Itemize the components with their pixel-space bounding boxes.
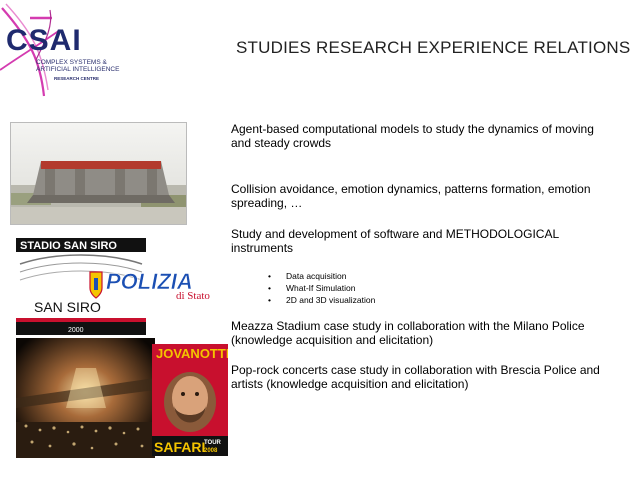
bullet-item: • 2D and 3D visualization — [268, 294, 568, 306]
concert-crowd-photo — [16, 338, 155, 458]
bullet-text: 2D and 3D visualization — [286, 295, 376, 305]
polizia-di-stato-logo: POLIZIA di Stato — [88, 266, 224, 302]
logo-line-2: ARTIFICIAL INTELLIGENCE — [36, 66, 120, 73]
paragraph-meazza-case: Meazza Stadium case study in collaborati… — [231, 319, 585, 347]
san-siro-top-text: STADIO SAN SIRO — [20, 240, 117, 252]
polizia-sub-text: di Stato — [176, 290, 210, 302]
bullet-text: What-If Simulation — [286, 283, 356, 293]
concert-poster-image: JOVANOTTI SAFARI TOUR 2008 — [152, 344, 228, 456]
logo-wordmark: CSAI — [6, 24, 82, 57]
stadium-photo — [10, 122, 187, 225]
bullet-list: • Data acquisition • What-If Simulation • 2… — [268, 270, 568, 306]
bullet-item: • What-If Simulation — [268, 282, 568, 294]
poster-artist-text: JOVANOTTI — [156, 346, 228, 361]
bullet-text: Data acquisition — [286, 271, 347, 281]
poster-title-text: SAFARI — [154, 439, 205, 455]
logo-line-1: COMPLEX SYSTEMS & — [36, 59, 107, 66]
slide-title: STUDIES RESEARCH EXPERIENCE RELATIONS — [236, 38, 631, 57]
paragraph-software-instruments: Study and development of software and ME… — [231, 227, 559, 255]
bullet-item: • Data acquisition — [268, 270, 568, 282]
bullet-dot-icon: • — [268, 295, 271, 305]
paragraph-collision-emotion: Collision avoidance, emotion dynamics, p… — [231, 182, 591, 210]
csai-logo: CSAI COMPLEX SYSTEMS & ARTIFICIAL INTELL… — [0, 0, 120, 100]
poster-year-text: 2008 — [204, 448, 218, 454]
bullet-dot-icon: • — [268, 271, 271, 281]
poster-tour-text: TOUR — [204, 440, 222, 446]
bullet-dot-icon: • — [268, 283, 271, 293]
paragraph-crowd-models: Agent-based computational models to stud… — [231, 122, 594, 150]
paragraph-concerts-case: Pop-rock concerts case study in collabor… — [231, 363, 600, 391]
san-siro-year-text: 2000 — [68, 327, 84, 334]
logo-line-3: RESEARCH CENTRE — [54, 76, 100, 81]
